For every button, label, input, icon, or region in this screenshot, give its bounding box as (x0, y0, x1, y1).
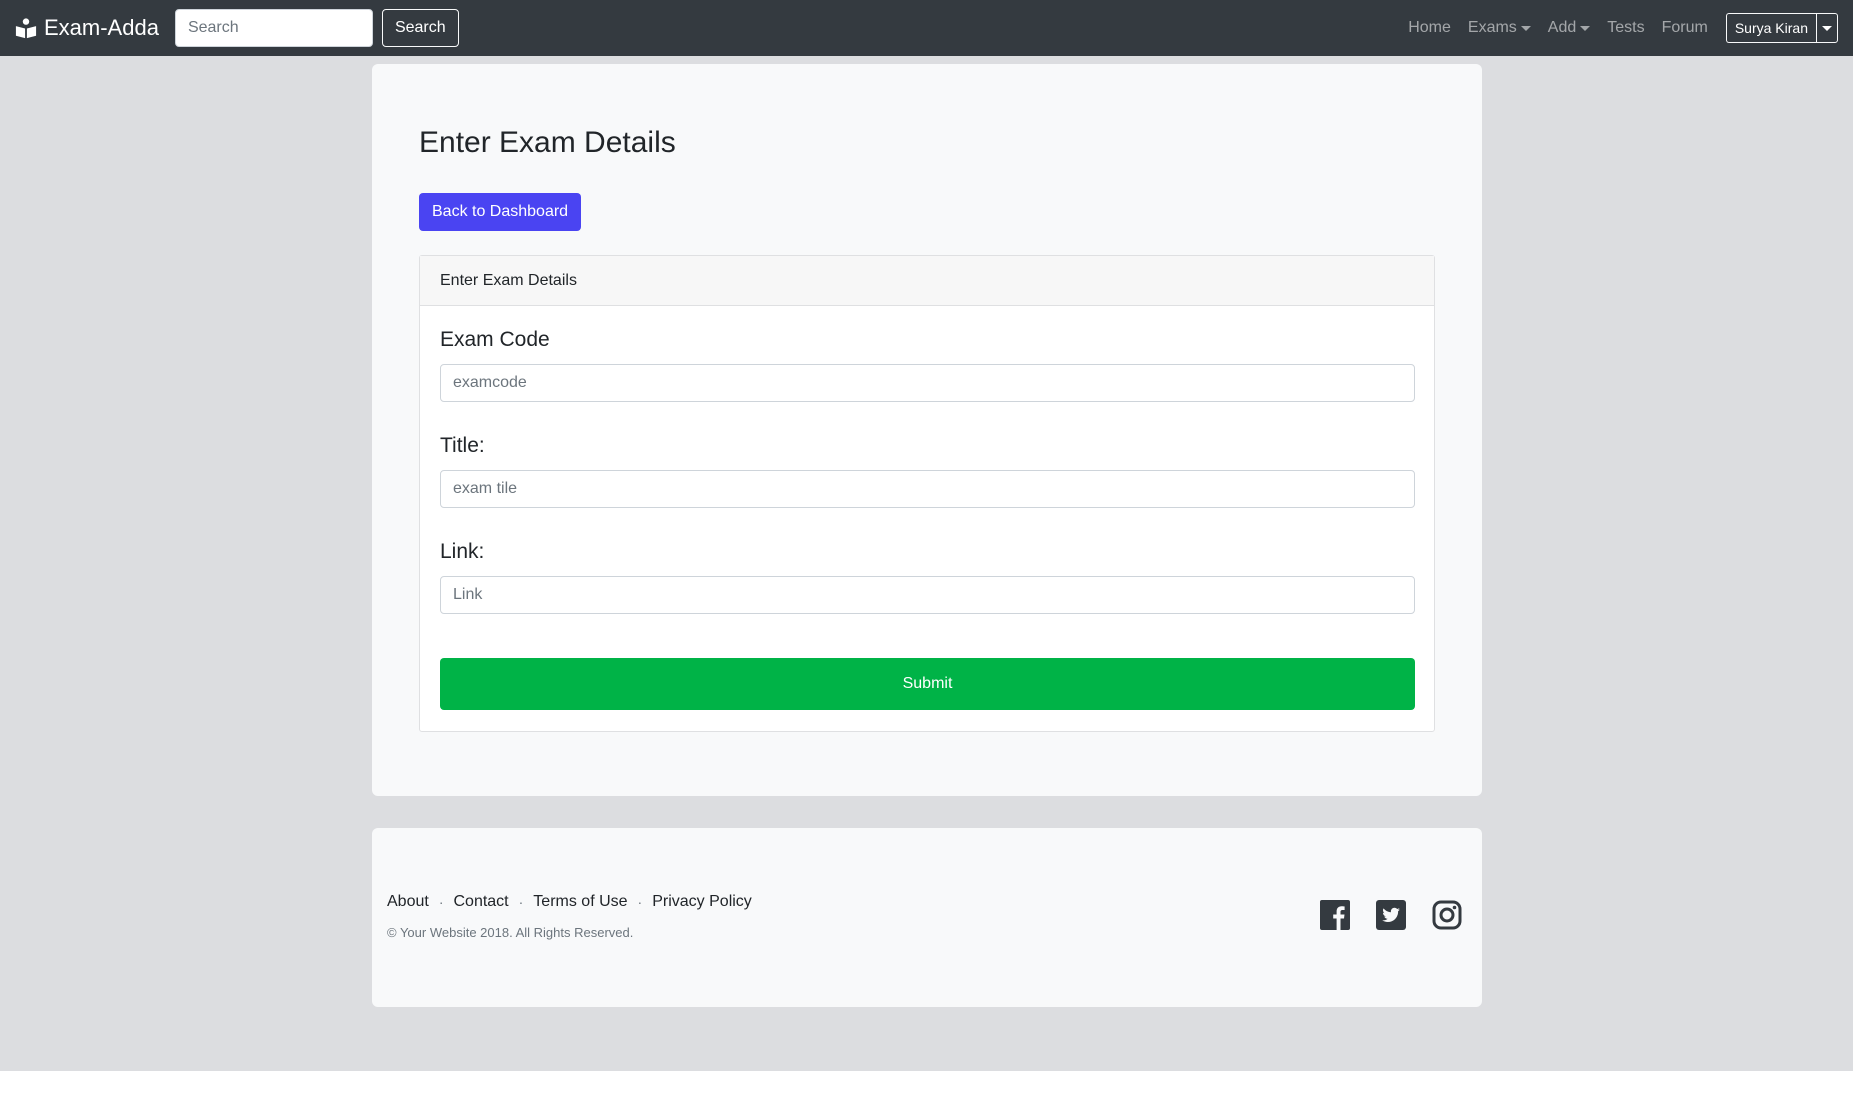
link-group: Link: (440, 540, 1415, 614)
nav-tests[interactable]: Tests (1607, 19, 1644, 37)
link-label: Link: (440, 540, 485, 563)
back-to-dashboard-button[interactable]: Back to Dashboard (419, 193, 582, 231)
footer-link-about[interactable]: About (387, 893, 429, 911)
nav-home[interactable]: Home (1408, 19, 1451, 37)
twitter-icon[interactable] (1376, 900, 1406, 930)
user-dropdown-toggle[interactable] (1816, 13, 1838, 43)
title-group: Title: (440, 434, 1415, 508)
nav-add-dropdown[interactable]: Add (1547, 19, 1591, 37)
exam-code-group: Exam Code (440, 328, 1415, 402)
book-reader-icon (15, 18, 37, 39)
brand-link[interactable]: Exam-Adda (15, 15, 159, 41)
instagram-icon[interactable] (1432, 900, 1462, 930)
footer-link-contact[interactable]: Contact (453, 893, 508, 911)
copyright-text: © Your Website 2018. All Rights Reserved… (387, 925, 634, 940)
exam-code-label: Exam Code (440, 328, 550, 351)
form-card-header: Enter Exam Details (420, 256, 1434, 306)
search-button[interactable]: Search (381, 9, 459, 47)
footer-separator: · (518, 894, 524, 910)
title-label: Title: (440, 434, 485, 457)
user-button[interactable]: Surya Kiran (1725, 13, 1816, 43)
title-input[interactable] (440, 470, 1415, 508)
footer: About · Contact · Terms of Use · Privacy… (372, 828, 1482, 1007)
exam-code-input[interactable] (440, 364, 1415, 402)
nav-forum[interactable]: Forum (1662, 19, 1708, 37)
nav-links: Home Exams Add Tests Forum Surya Kiran (1391, 13, 1838, 43)
page-title: Enter Exam Details (419, 126, 676, 159)
link-input[interactable] (440, 576, 1415, 614)
nav-exams-dropdown[interactable]: Exams (1468, 19, 1531, 37)
caret-down-icon (1822, 25, 1832, 31)
exam-form-card: Enter Exam Details Exam Code Title: Link… (419, 255, 1435, 732)
footer-separator: · (637, 894, 643, 910)
caret-down-icon (1580, 25, 1591, 31)
nav-exams-label: Exams (1467, 19, 1517, 36)
navbar: Exam-Adda Search Home Exams Add Tests Fo… (0, 0, 1853, 56)
facebook-icon[interactable] (1320, 900, 1350, 930)
footer-link-privacy[interactable]: Privacy Policy (652, 893, 752, 911)
main-card: Enter Exam Details Back to Dashboard Ent… (372, 64, 1482, 796)
submit-button[interactable]: Submit (440, 658, 1415, 710)
footer-link-terms[interactable]: Terms of Use (533, 893, 627, 911)
search-input[interactable] (174, 9, 373, 47)
footer-links: About · Contact · Terms of Use · Privacy… (387, 893, 752, 911)
brand-text: Exam-Adda (44, 15, 159, 40)
caret-down-icon (1520, 25, 1531, 31)
nav-add-label: Add (1547, 19, 1577, 36)
user-menu: Surya Kiran (1725, 13, 1838, 43)
social-links (1294, 900, 1462, 930)
footer-separator: · (438, 894, 444, 910)
